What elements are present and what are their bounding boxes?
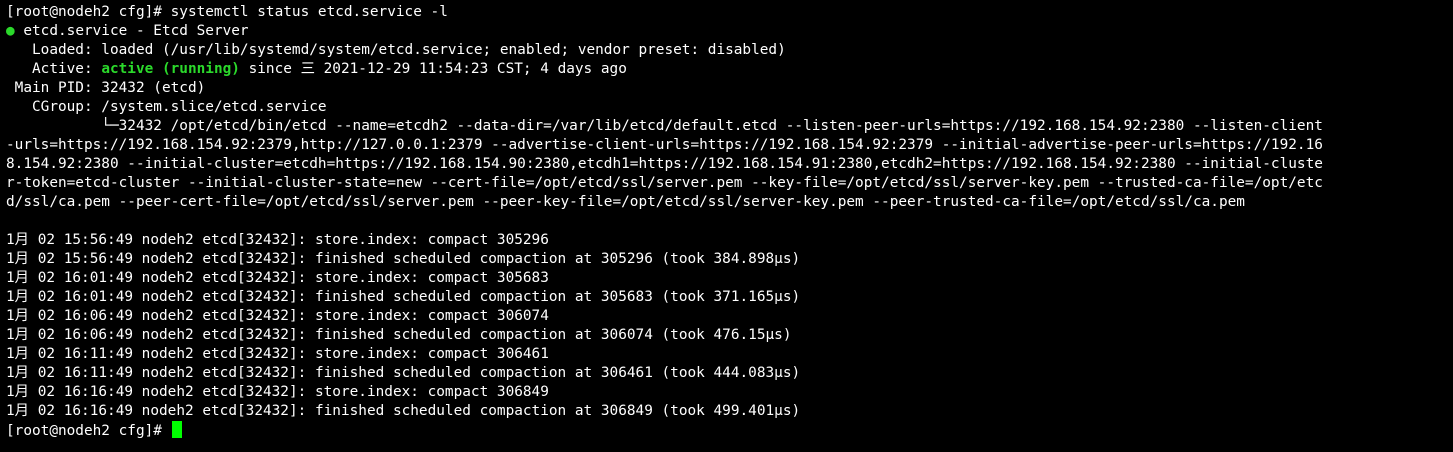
command-line: [root@nodeh2 cfg]# systemctl status etcd… [6,3,1453,22]
shell-prompt: [root@nodeh2 cfg]# [6,4,162,20]
terminal-window[interactable]: [root@nodeh2 cfg]# systemctl status etcd… [0,0,1453,452]
process-line: r-token=etcd-cluster --initial-cluster-s… [6,175,1323,191]
log-line: 1月 02 16:01:49 nodeh2 etcd[32432]: store… [6,270,549,286]
shell-prompt: [root@nodeh2 cfg]# [6,423,171,439]
process-line: └─32432 /opt/etcd/bin/etcd --name=etcdh2… [6,118,1323,134]
log-line: 1月 02 16:16:49 nodeh2 etcd[32432]: store… [6,384,549,400]
log-line: 1月 02 16:11:49 nodeh2 etcd[32432]: finis… [6,365,801,381]
main-pid-line: Main PID: 32432 (etcd) [6,80,206,96]
cursor-block[interactable] [171,421,182,438]
log-line: 1月 02 16:01:49 nodeh2 etcd[32432]: finis… [6,289,801,305]
log-line: 1月 02 15:56:49 nodeh2 etcd[32432]: store… [6,232,549,248]
status-dot-icon: ● [6,23,15,39]
service-title: etcd.service - Etcd Server [14,23,249,39]
process-line: d/ssl/ca.pem --peer-cert-file=/opt/etcd/… [6,194,1245,210]
process-line: 8.154.92:2380 --initial-cluster=etcdh=ht… [6,156,1323,172]
log-line: 1月 02 16:06:49 nodeh2 etcd[32432]: store… [6,308,549,324]
active-line: Active: active (running) since 三 2021-12… [6,60,1453,79]
input-line[interactable]: [root@nodeh2 cfg]# [6,421,1453,440]
log-line: 1月 02 16:16:49 nodeh2 etcd[32432]: finis… [6,403,801,419]
log-line: 1月 02 16:11:49 nodeh2 etcd[32432]: store… [6,346,549,362]
active-state: active (running) [101,61,240,77]
cgroup-line: CGroup: /system.slice/etcd.service [6,99,327,115]
log-line: 1月 02 15:56:49 nodeh2 etcd[32432]: finis… [6,251,801,267]
loaded-line: Loaded: loaded (/usr/lib/systemd/system/… [6,42,786,58]
command-text: systemctl status etcd.service -l [161,4,448,20]
service-title-line: ● etcd.service - Etcd Server [6,22,1453,41]
active-label: Active: [6,61,102,77]
active-since: since 三 2021-12-29 11:54:23 CST; 4 days … [239,61,627,77]
process-line: -urls=https://192.168.154.92:2379,http:/… [6,137,1323,153]
log-line: 1月 02 16:06:49 nodeh2 etcd[32432]: finis… [6,327,792,343]
